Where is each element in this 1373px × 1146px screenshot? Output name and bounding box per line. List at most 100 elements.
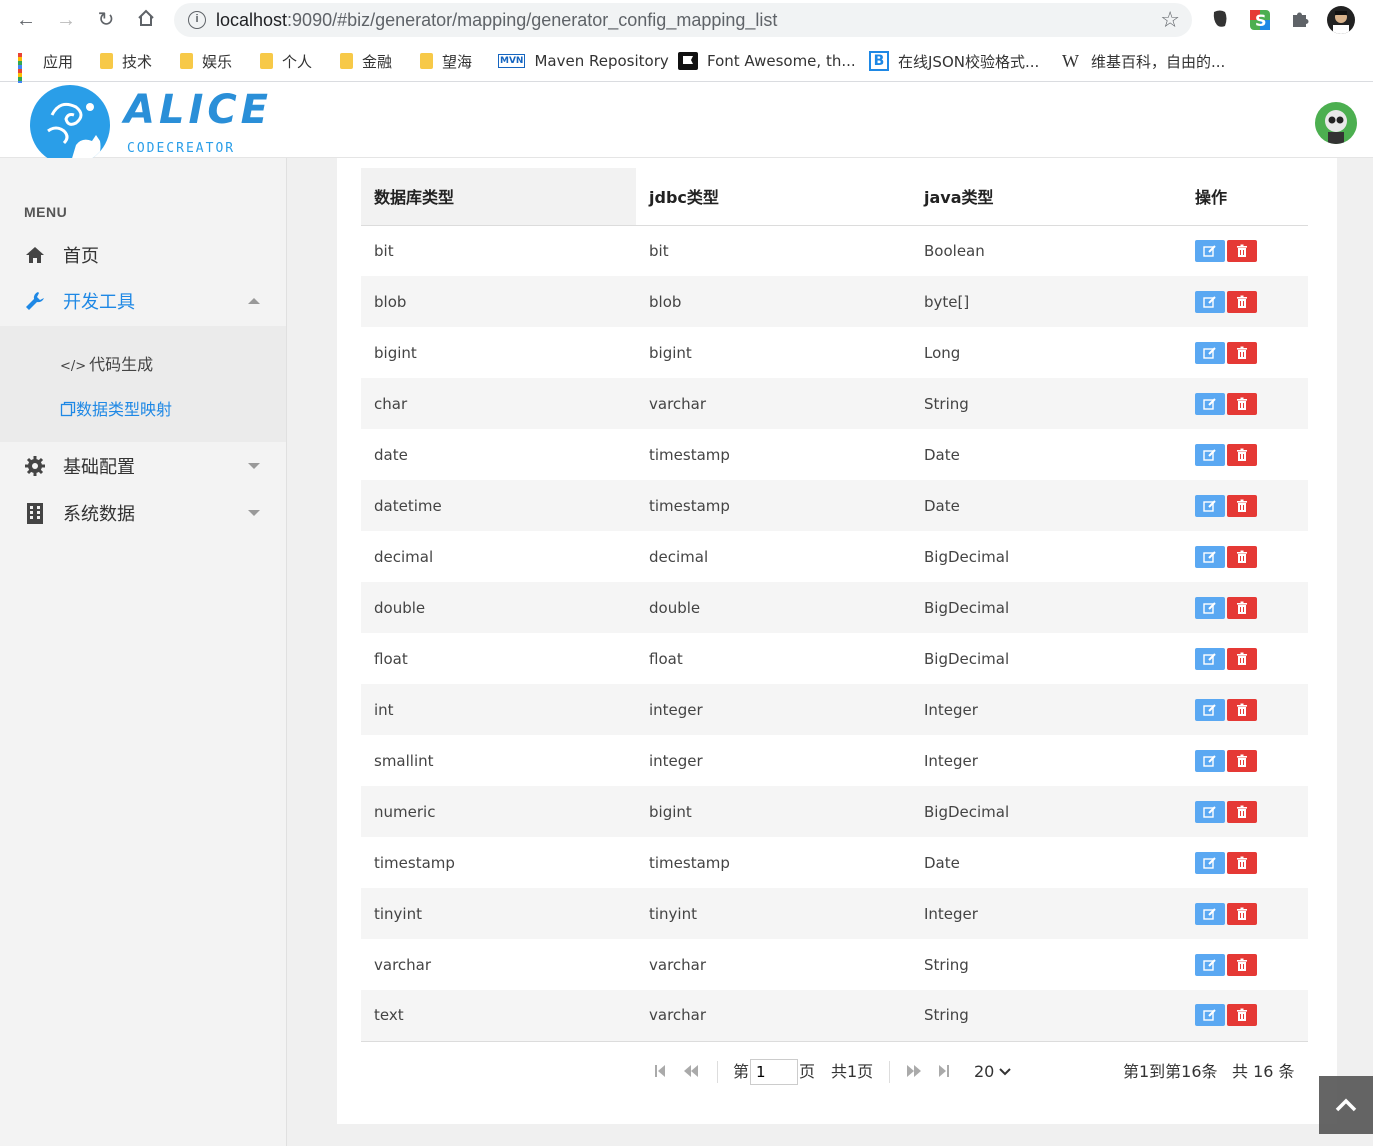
sidebar-subitem-codegen[interactable]: </> 代码生成: [60, 351, 153, 375]
edit-button[interactable]: [1195, 596, 1225, 619]
edit-button[interactable]: [1195, 647, 1225, 670]
back-to-top-button[interactable]: [1319, 1076, 1373, 1134]
pager-divider: [717, 1061, 718, 1083]
column-header-java-type[interactable]: java类型: [911, 168, 1182, 226]
home-page-icon[interactable]: [134, 8, 158, 32]
column-header-db-type[interactable]: 数据库类型: [361, 168, 636, 226]
table-row: varchar varchar String: [361, 939, 1308, 990]
folder-icon: [260, 53, 273, 69]
s-extension-icon[interactable]: S: [1248, 8, 1272, 32]
menu-title: MENU: [24, 204, 68, 220]
edit-button[interactable]: [1195, 698, 1225, 721]
bookmark-wikipedia[interactable]: W 维基百科，自由的...: [1062, 50, 1225, 72]
jdbc-type-cell: float: [636, 633, 911, 684]
delete-button[interactable]: [1227, 647, 1257, 670]
db-type-cell: timestamp: [361, 837, 636, 888]
edit-button[interactable]: [1195, 800, 1225, 823]
java-type-cell: BigDecimal: [911, 633, 1182, 684]
delete-button[interactable]: [1227, 545, 1257, 568]
logo-subtitle: CODECREATOR: [127, 141, 236, 156]
java-type-cell: Long: [911, 327, 1182, 378]
bookmark-folder[interactable]: 金融: [340, 50, 392, 72]
edit-icon: [1203, 1009, 1216, 1021]
delete-button[interactable]: [1227, 800, 1257, 823]
sidebar: MENU 首页 开发工具 </> 代码生成 数据类型映射 基础配置 系统数据: [0, 158, 287, 1146]
delete-button[interactable]: [1227, 443, 1257, 466]
delete-button[interactable]: [1227, 953, 1257, 976]
delete-button[interactable]: [1227, 902, 1257, 925]
first-page-icon[interactable]: [654, 1064, 666, 1081]
address-bar[interactable]: i localhost:9090/#biz/generator/mapping/…: [174, 3, 1192, 37]
java-type-cell: Integer: [911, 888, 1182, 939]
delete-button[interactable]: [1227, 749, 1257, 772]
edit-button[interactable]: [1195, 290, 1225, 313]
delete-button[interactable]: [1227, 494, 1257, 517]
delete-button[interactable]: [1227, 290, 1257, 313]
actions-cell: [1182, 939, 1308, 990]
delete-button[interactable]: [1227, 392, 1257, 415]
sidebar-item-basic-config[interactable]: 基础配置: [0, 443, 286, 489]
edit-button[interactable]: [1195, 851, 1225, 874]
edit-button[interactable]: [1195, 902, 1225, 925]
wikipedia-icon: W: [1062, 50, 1079, 71]
edit-button[interactable]: [1195, 545, 1225, 568]
delete-button[interactable]: [1227, 1004, 1257, 1027]
db-type-cell: text: [361, 990, 636, 1042]
column-header-jdbc-type[interactable]: jdbc类型: [636, 168, 911, 226]
edit-button[interactable]: [1195, 749, 1225, 772]
jdbc-type-cell: integer: [636, 684, 911, 735]
java-type-cell: BigDecimal: [911, 786, 1182, 837]
profile-avatar[interactable]: [1327, 6, 1355, 34]
next-page-icon[interactable]: [906, 1064, 922, 1081]
chevron-down-icon: [999, 1068, 1012, 1076]
bookmark-apps[interactable]: 应用: [18, 50, 73, 89]
table-row: bit bit Boolean: [361, 225, 1308, 276]
sidebar-subitem-type-mapping[interactable]: 数据类型映射: [60, 396, 172, 420]
db-type-cell: datetime: [361, 480, 636, 531]
trash-icon: [1237, 448, 1247, 461]
site-info-icon[interactable]: i: [188, 11, 206, 29]
puzzle-extension-icon[interactable]: [1289, 8, 1313, 32]
sidebar-item-home[interactable]: 首页: [0, 232, 286, 278]
total-pages: 共1页: [831, 1062, 874, 1081]
delete-button[interactable]: [1227, 341, 1257, 364]
sidebar-item-system-data[interactable]: 系统数据: [0, 490, 286, 536]
edit-button[interactable]: [1195, 392, 1225, 415]
actions-cell: [1182, 225, 1308, 276]
bookmark-bejson[interactable]: B 在线JSON校验格式...: [869, 50, 1039, 72]
edit-button[interactable]: [1195, 341, 1225, 364]
prev-page-icon[interactable]: [683, 1064, 699, 1081]
table-row: smallint integer Integer: [361, 735, 1308, 786]
edit-button[interactable]: [1195, 443, 1225, 466]
bookmark-folder[interactable]: 娱乐: [180, 50, 232, 72]
bookmark-folder[interactable]: 个人: [260, 50, 312, 72]
bookmark-star-icon[interactable]: ☆: [1160, 7, 1180, 33]
page-number-input[interactable]: [750, 1059, 798, 1085]
delete-button[interactable]: [1227, 851, 1257, 874]
edit-button[interactable]: [1195, 1004, 1225, 1027]
evernote-extension-icon[interactable]: [1209, 8, 1233, 32]
bookmarks-bar: 应用 技术 娱乐 个人 金融 望海 MVN Maven Repository Fo…: [0, 40, 1373, 89]
delete-button[interactable]: [1227, 698, 1257, 721]
edit-button[interactable]: [1195, 239, 1225, 262]
bookmark-maven[interactable]: MVN Maven Repository: [498, 50, 669, 72]
last-page-icon[interactable]: [938, 1064, 950, 1081]
reload-icon[interactable]: ↻: [94, 8, 118, 32]
chevron-down-icon: [248, 463, 260, 469]
bookmark-fontawesome[interactable]: Font Awesome, th...: [678, 50, 856, 72]
bookmark-folder[interactable]: 技术: [100, 50, 152, 72]
db-type-cell: char: [361, 378, 636, 429]
folder-icon: [420, 53, 433, 69]
user-avatar[interactable]: [1315, 102, 1357, 144]
bookmark-folder[interactable]: 望海: [420, 50, 472, 72]
edit-icon: [1203, 499, 1216, 512]
sidebar-item-devtools[interactable]: 开发工具: [0, 278, 286, 324]
page-size-select[interactable]: 20: [974, 1058, 1012, 1086]
back-icon[interactable]: ←: [14, 8, 38, 32]
edit-button[interactable]: [1195, 953, 1225, 976]
edit-button[interactable]: [1195, 494, 1225, 517]
delete-button[interactable]: [1227, 239, 1257, 262]
forward-icon[interactable]: →: [54, 8, 78, 32]
db-type-cell: tinyint: [361, 888, 636, 939]
delete-button[interactable]: [1227, 596, 1257, 619]
